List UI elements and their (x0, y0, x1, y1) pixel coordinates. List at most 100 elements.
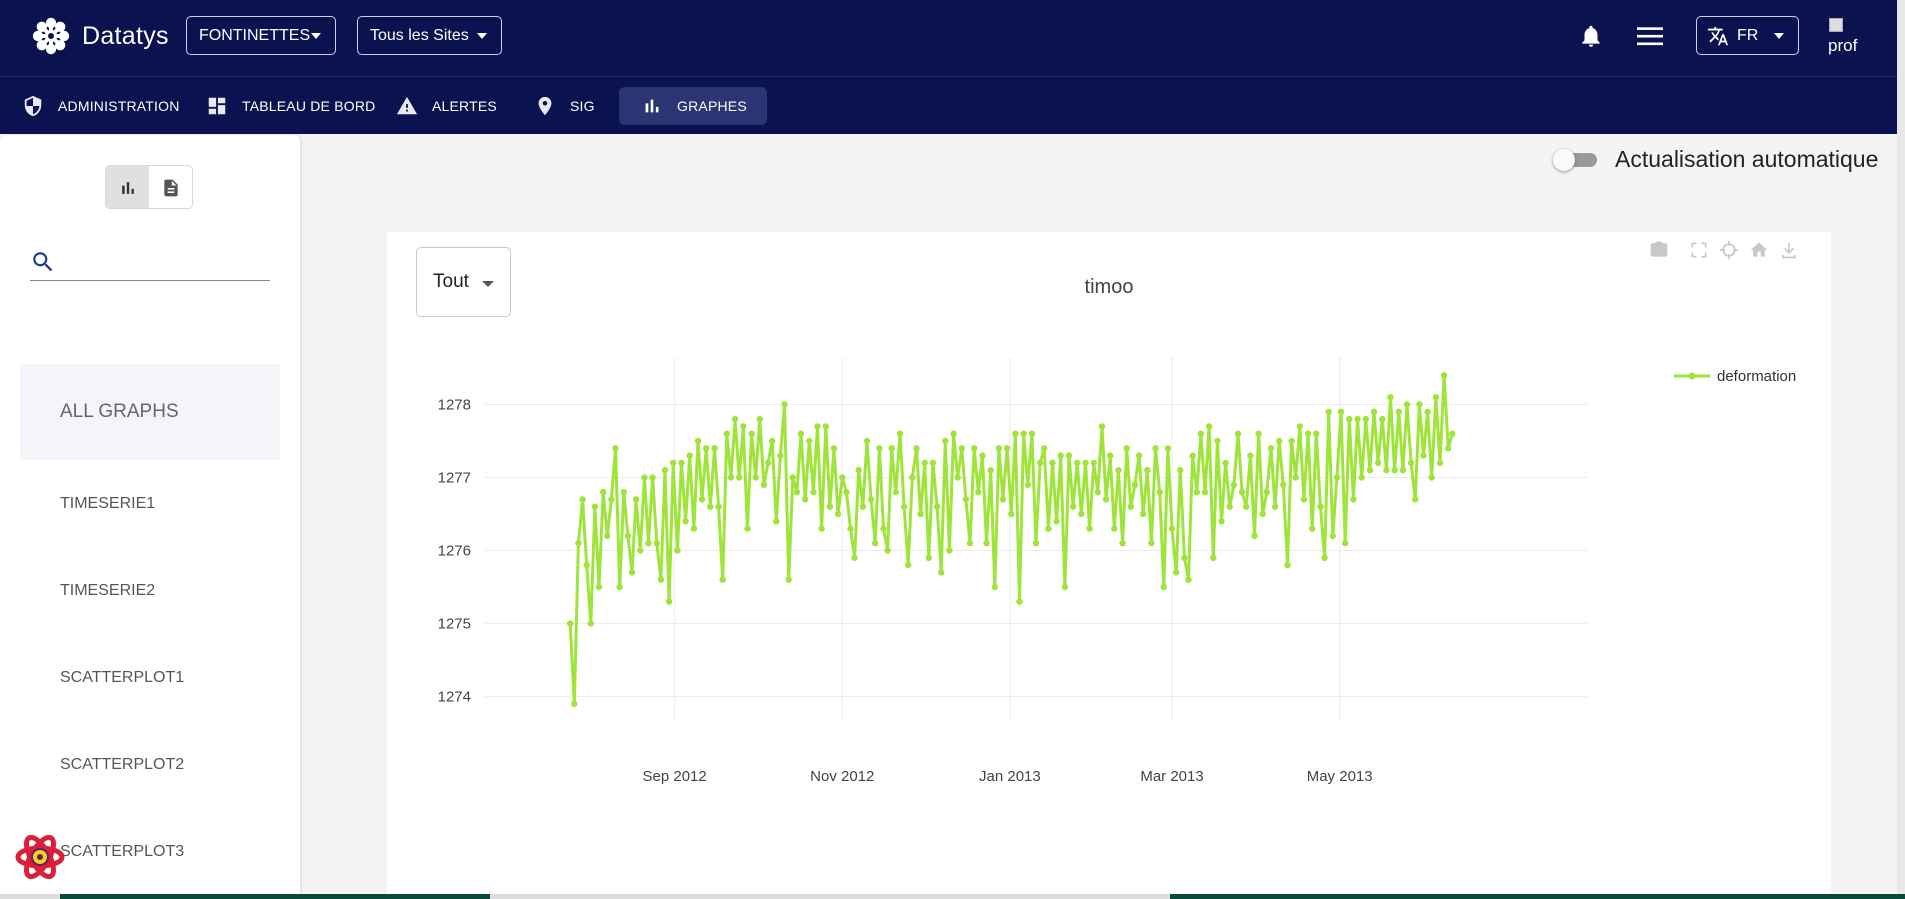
data-point (1189, 452, 1196, 459)
data-point (855, 467, 862, 474)
y-tick-label: 1275 (438, 615, 471, 632)
chart-view-button[interactable] (106, 166, 149, 208)
shield-icon (24, 95, 42, 117)
strip-segment (1170, 894, 1905, 899)
data-point (608, 496, 615, 503)
graph-search (30, 245, 270, 281)
data-point (1065, 452, 1073, 459)
site-group-select[interactable]: FONTINETTES (186, 16, 336, 55)
data-point (896, 430, 904, 437)
data-point (723, 430, 730, 437)
data-point (740, 423, 747, 430)
data-point (1440, 372, 1448, 379)
data-point (628, 569, 636, 576)
data-point (975, 488, 982, 496)
data-point (1288, 437, 1295, 445)
data-point (1263, 488, 1270, 496)
data-point (822, 423, 829, 430)
line-chart[interactable]: timoo 1274 1275 1276 1277 1278 Sep 2012 Nov 201… (387, 232, 1831, 899)
data-point (876, 445, 883, 452)
document-icon (163, 179, 178, 197)
data-point (1057, 452, 1064, 459)
graph-item-scatterplot2[interactable]: SCATTERPLOT2 (20, 721, 280, 808)
data-point (707, 503, 714, 510)
search-input[interactable] (64, 247, 264, 277)
data-point (1127, 503, 1134, 510)
data-point (764, 459, 772, 467)
data-point (814, 423, 821, 430)
data-point (1370, 408, 1378, 415)
data-point (1296, 423, 1303, 430)
nav-item-dashboard[interactable]: TABLEAU DE BORD (196, 87, 375, 125)
dashboard-icon (208, 97, 226, 115)
brand-logo[interactable]: Datatys (30, 15, 169, 57)
data-point (612, 445, 619, 452)
data-point (1354, 415, 1361, 423)
data-point (620, 488, 627, 496)
data-point (670, 459, 677, 467)
graph-item-scatterplot1[interactable]: SCATTERPLOT1 (20, 634, 280, 721)
page-scrollbar[interactable] (1897, 0, 1905, 899)
data-point (872, 540, 879, 547)
data-point (1020, 430, 1027, 437)
data-point (1061, 583, 1069, 591)
legend-swatch-marker (1688, 372, 1696, 380)
graph-item-all-graphs[interactable]: ALL GRAPHS (20, 364, 280, 460)
data-point (579, 496, 586, 503)
nav-label: ALERTES (432, 98, 497, 114)
main-nav: ADMINISTRATION TABLEAU DE BORD ALERTES S… (0, 76, 1897, 134)
document-view-button[interactable] (149, 166, 192, 208)
data-point (649, 474, 656, 481)
user-avatar[interactable]: prof (1825, 14, 1869, 58)
data-point (1292, 474, 1299, 481)
reset-home-button[interactable] (1749, 240, 1771, 262)
data-point (1173, 569, 1180, 576)
nav-item-sig[interactable]: SIG (524, 87, 595, 125)
translate-icon (1707, 26, 1729, 45)
crosshair-button[interactable] (1719, 240, 1741, 262)
data-point (1074, 459, 1081, 467)
data-point (1205, 423, 1213, 430)
nav-item-graphs[interactable]: GRAPHES (619, 87, 767, 125)
time-range-select[interactable]: Tout (416, 247, 511, 317)
language-select[interactable]: FR (1696, 16, 1799, 55)
data-point (991, 583, 998, 591)
data-point (1214, 437, 1221, 445)
data-point (1111, 525, 1118, 532)
react-devtools-icon[interactable] (14, 832, 66, 882)
graph-item-timeserie2[interactable]: TIMESERIE2 (20, 547, 280, 634)
data-point (1164, 445, 1172, 452)
data-point (1032, 540, 1040, 547)
view-toggle-group (105, 165, 193, 209)
brand-name: Datatys (82, 21, 169, 50)
site-filter-select[interactable]: Tous les Sites (357, 16, 502, 55)
hamburger-menu-icon[interactable] (1637, 25, 1663, 47)
data-point (933, 503, 941, 510)
data-point (1358, 474, 1365, 481)
autoscale-button[interactable] (1689, 240, 1711, 262)
data-point (1102, 496, 1110, 503)
data-point (1181, 554, 1188, 561)
data-point (1395, 408, 1402, 415)
nav-item-administration[interactable]: ADMINISTRATION (12, 87, 180, 125)
data-point (950, 430, 957, 437)
bell-icon[interactable] (1578, 22, 1604, 50)
nav-label: SIG (570, 98, 595, 114)
x-tick-label: Jan 2013 (979, 768, 1041, 785)
data-point (942, 437, 949, 445)
data-point (983, 540, 990, 547)
bar-chart-icon (121, 182, 134, 194)
x-tick-label: Nov 2012 (810, 768, 874, 785)
data-point (917, 510, 924, 518)
graph-item-timeserie1[interactable]: TIMESERIE1 (20, 460, 280, 547)
data-point (826, 503, 834, 510)
data-point (1379, 415, 1386, 423)
auto-refresh-toggle[interactable] (1553, 148, 1601, 171)
camera-button[interactable] (1649, 240, 1671, 262)
nav-item-alerts[interactable]: ALERTES (386, 87, 497, 125)
data-point (1300, 496, 1308, 503)
snowflake-logo-icon (32, 17, 70, 55)
data-point (1197, 430, 1205, 437)
data-point (1350, 496, 1357, 503)
download-button[interactable] (1779, 240, 1801, 262)
